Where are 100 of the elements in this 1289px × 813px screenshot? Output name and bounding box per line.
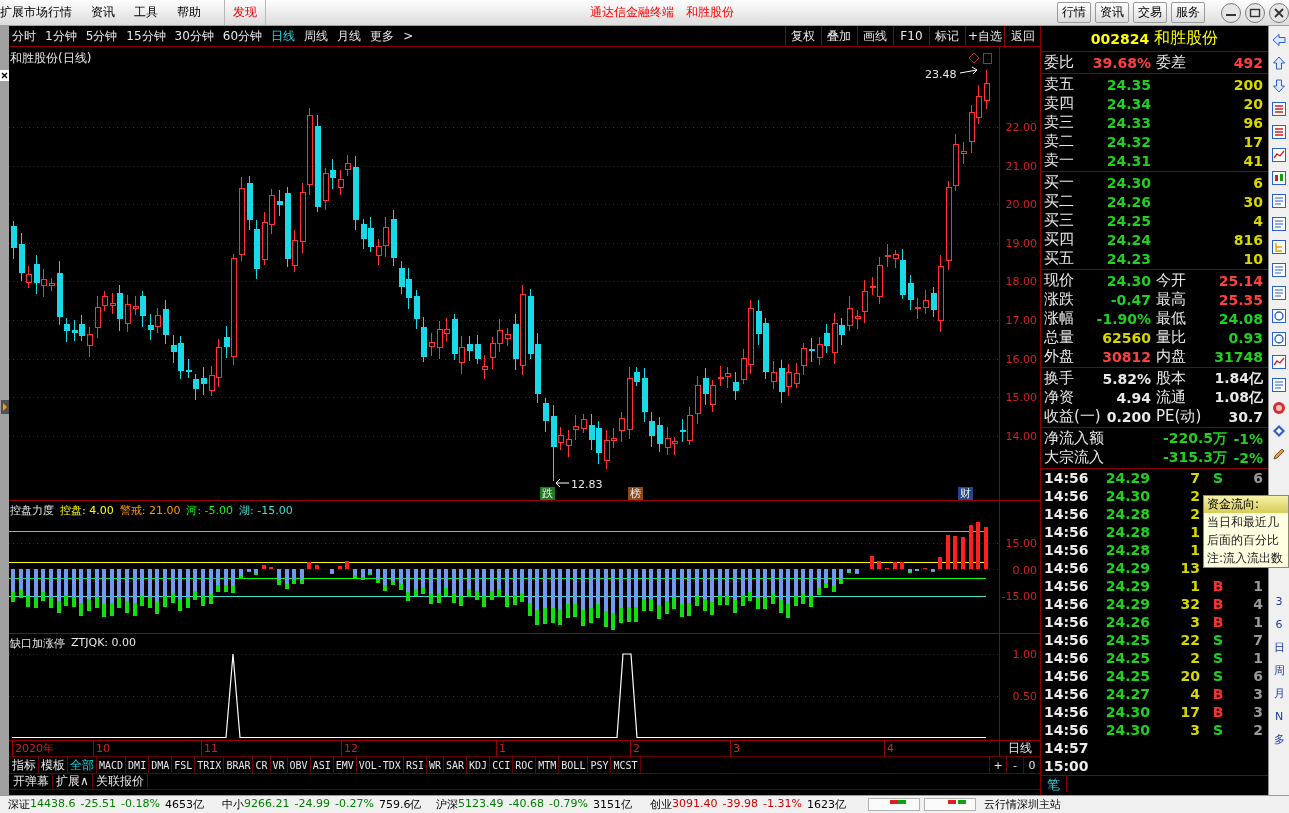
document-icon[interactable] — [1272, 216, 1286, 231]
event-badge[interactable]: 跌 — [540, 487, 555, 500]
indicator-tab[interactable]: SAR — [444, 757, 468, 773]
indicator-tab[interactable]: KDJ — [467, 757, 491, 773]
menu-item[interactable]: 帮助 — [167, 4, 210, 21]
up-arrow-icon[interactable] — [1272, 55, 1286, 70]
list-icon[interactable] — [1272, 101, 1286, 116]
nav-button[interactable]: 服务 — [1171, 2, 1205, 23]
more-arrow[interactable]: > — [403, 29, 414, 43]
toolbar-button[interactable]: 返回 — [1004, 26, 1040, 46]
indicator-tab[interactable]: 指标 — [10, 757, 39, 773]
menu-item[interactable]: 工具 — [124, 4, 167, 21]
indicator-tab[interactable]: BOLL — [559, 757, 589, 773]
bid-price: 24.25 — [1106, 212, 1151, 229]
indicator-tab[interactable]: DMA — [149, 757, 173, 773]
side-period-tab[interactable]: 多 — [1273, 728, 1285, 751]
document-icon[interactable] — [1272, 262, 1286, 277]
indicator-tab[interactable]: BRAR — [224, 757, 254, 773]
disc-icon[interactable] — [1272, 400, 1286, 415]
indicator-tab[interactable]: CR — [253, 757, 271, 773]
period-tab[interactable]: 15分钟 — [126, 27, 166, 45]
side-period-tab[interactable]: 6 — [1275, 613, 1283, 636]
period-tab[interactable]: 1分钟 — [45, 27, 77, 45]
period-tab[interactable]: 分时 — [12, 27, 36, 45]
trades-tab[interactable]: 笔 — [1041, 776, 1067, 792]
indicator-tab[interactable]: TRIX — [195, 757, 225, 773]
line-chart-icon[interactable] — [1272, 147, 1286, 162]
indicator-tab[interactable]: VR — [270, 757, 288, 773]
collapse-handle-icon[interactable] — [0, 400, 9, 414]
nav-button[interactable]: 资讯 — [1095, 2, 1129, 23]
menu-item[interactable]: 扩展市场行情 — [0, 4, 81, 21]
side-period-tab[interactable]: 3 — [1275, 590, 1283, 613]
list-icon[interactable] — [1272, 124, 1286, 139]
close-icon[interactable] — [0, 70, 9, 81]
indicator-tab[interactable]: WR — [426, 757, 444, 773]
pencil-icon[interactable] — [1272, 446, 1286, 461]
period-tab[interactable]: 周线 — [304, 27, 329, 45]
period-tab[interactable]: 30分钟 — [174, 27, 214, 45]
side-period-tab[interactable]: 周 — [1273, 659, 1285, 682]
indicator-tab[interactable]: MTM — [536, 757, 560, 773]
candlestick-icon[interactable] — [1272, 170, 1286, 185]
circle-icon[interactable] — [1272, 331, 1286, 346]
indicator-tab[interactable]: EMV — [333, 757, 357, 773]
nav-button[interactable]: 行情 — [1057, 2, 1091, 23]
period-tab[interactable]: 日线 — [271, 27, 296, 45]
zoom-button[interactable]: 0 — [1023, 757, 1040, 773]
indicator-tab[interactable]: ASI — [310, 757, 334, 773]
indicator-tab[interactable]: 模板 — [39, 757, 68, 773]
document-icon[interactable] — [1272, 377, 1286, 392]
event-badge[interactable]: 财 — [958, 487, 973, 500]
trade-time: 15:00 — [1044, 758, 1090, 774]
indicator-tab[interactable]: OBV — [287, 757, 311, 773]
bid-level: 买五 — [1044, 249, 1074, 268]
nav-button[interactable]: 交易 — [1133, 2, 1167, 23]
line-chart-icon[interactable] — [1272, 354, 1286, 369]
side-period-tab[interactable]: N — [1274, 705, 1284, 728]
toolbar-button[interactable]: +自选 — [964, 26, 1004, 46]
toolbar-button[interactable]: 叠加 — [820, 26, 857, 46]
indicator-tab[interactable]: MCST — [611, 757, 641, 773]
indicator-tab[interactable]: RSI — [403, 757, 427, 773]
period-tab[interactable]: 月线 — [337, 27, 362, 45]
bid-level: 买三 — [1044, 211, 1074, 230]
close-icon[interactable] — [1269, 2, 1289, 23]
quote-label: 总量 — [1044, 328, 1074, 347]
trade-count: 6 — [1252, 470, 1263, 486]
maximize-icon[interactable] — [1245, 2, 1265, 23]
zoom-button[interactable]: + — [989, 757, 1006, 773]
toolbar-button[interactable]: 画线 — [856, 26, 893, 46]
down-arrow-icon[interactable] — [1272, 78, 1286, 93]
panel-tab[interactable]: 关联报价 — [92, 774, 148, 789]
diamond-icon[interactable] — [1272, 423, 1286, 438]
indicator-tab[interactable]: FSL — [172, 757, 196, 773]
side-period-tab[interactable]: 月 — [1273, 682, 1285, 705]
indicator-tab[interactable]: MACD — [97, 757, 127, 773]
period-tab[interactable]: 更多 — [370, 27, 395, 45]
indicator-tab[interactable]: VOL-TDX — [356, 757, 404, 773]
period-tab[interactable]: 60分钟 — [222, 27, 263, 45]
indicator-tab[interactable]: DMI — [126, 757, 150, 773]
toolbar-button[interactable]: 标记 — [928, 26, 965, 46]
indicator-tab[interactable]: PSY — [588, 757, 612, 773]
panel-tab[interactable]: 开弹幕 — [10, 774, 53, 789]
event-badge[interactable]: 榜 — [628, 487, 643, 500]
period-tab[interactable]: 5分钟 — [85, 27, 118, 45]
toolbar-button[interactable]: 复权 — [784, 26, 821, 46]
panel-tab[interactable]: 扩展∧ — [53, 774, 93, 789]
indicator-tab[interactable]: 全部 — [68, 757, 97, 773]
document-icon[interactable] — [1272, 193, 1286, 208]
ask-price: 24.33 — [1106, 114, 1151, 131]
tree-icon[interactable] — [1272, 239, 1286, 254]
circle-icon[interactable] — [1272, 308, 1286, 323]
minimize-icon[interactable] — [1221, 2, 1241, 23]
menu-item[interactable]: 资讯 — [81, 4, 124, 21]
toolbar-button[interactable]: F10 — [892, 26, 929, 46]
ask-volume: 96 — [1243, 114, 1263, 131]
indicator-tab[interactable]: ROC — [513, 757, 537, 773]
document-icon[interactable] — [1272, 285, 1286, 300]
indicator-tab[interactable]: CCI — [490, 757, 514, 773]
left-arrow-icon[interactable] — [1272, 32, 1286, 47]
side-period-tab[interactable]: 日 — [1273, 636, 1285, 659]
zoom-button[interactable]: - — [1006, 757, 1023, 773]
